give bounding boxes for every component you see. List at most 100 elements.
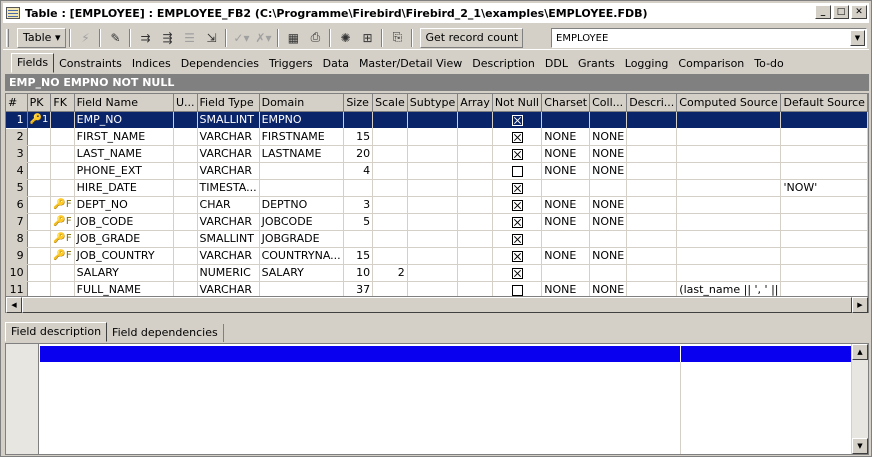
minimize-button[interactable]: _: [815, 5, 831, 19]
not-null-checkbox[interactable]: [492, 230, 543, 248]
subtype-cell[interactable]: [407, 111, 459, 129]
array-cell[interactable]: [457, 145, 493, 163]
not-null-check-icon[interactable]: [511, 250, 523, 262]
description-cell[interactable]: [626, 111, 678, 129]
domain-cell[interactable]: [259, 162, 345, 180]
default-source-cell[interactable]: [780, 162, 868, 180]
row-number[interactable]: 10: [6, 264, 28, 282]
not-null-checkbox[interactable]: [492, 247, 543, 265]
array-cell[interactable]: [457, 281, 493, 296]
collation-cell[interactable]: NONE: [589, 128, 628, 146]
not-null-checkbox[interactable]: [492, 111, 543, 129]
domain-cell[interactable]: EMPNO: [259, 111, 345, 129]
maximize-button[interactable]: □: [833, 5, 849, 19]
primary-key-icon[interactable]: [27, 281, 52, 296]
tab-comparison[interactable]: Comparison: [673, 55, 749, 73]
chevron-down-icon[interactable]: ▼: [850, 30, 865, 46]
default-source-cell[interactable]: [780, 196, 868, 214]
default-source-cell[interactable]: [780, 111, 868, 129]
foreign-key-icon[interactable]: 🔑F: [50, 213, 75, 231]
table-row[interactable]: 11 FULL_NAME VARCHAR 37 NONE NONE (last_name |…: [6, 281, 868, 296]
primary-key-icon[interactable]: [27, 230, 52, 248]
field-type-cell[interactable]: VARCHAR: [197, 162, 260, 180]
domain-cell[interactable]: [259, 281, 345, 296]
unique-cell[interactable]: [173, 128, 198, 146]
column-header[interactable]: Descri...: [626, 94, 678, 112]
unique-cell[interactable]: [173, 230, 198, 248]
field-type-cell[interactable]: VARCHAR: [197, 281, 260, 296]
default-source-cell[interactable]: [780, 230, 868, 248]
array-cell[interactable]: [457, 247, 493, 265]
vertical-scrollbar[interactable]: ▲ ▼: [851, 344, 868, 454]
fields-grid[interactable]: # PK FK Field Name U... Field Type Domai…: [5, 93, 869, 297]
unique-cell[interactable]: [173, 247, 198, 265]
unique-cell[interactable]: [173, 162, 198, 180]
charset-cell[interactable]: [541, 264, 591, 282]
row-number[interactable]: 11: [6, 281, 28, 296]
scale-cell[interactable]: [372, 281, 408, 296]
default-source-cell[interactable]: [780, 281, 868, 296]
subtype-cell[interactable]: [407, 247, 459, 265]
scale-cell[interactable]: [372, 213, 408, 231]
field-name-cell[interactable]: HIRE_DATE: [74, 179, 174, 197]
computed-source-cell[interactable]: [676, 196, 782, 214]
computed-source-cell[interactable]: [676, 230, 782, 248]
table-row[interactable]: 2 FIRST_NAME VARCHAR FIRSTNAME 15 NONE NONE: [6, 128, 868, 146]
table-row[interactable]: 10 SALARY NUMERIC SALARY 10 2: [6, 264, 868, 282]
default-source-cell[interactable]: [780, 128, 868, 146]
computed-source-cell[interactable]: [676, 111, 782, 129]
tab-dependencies[interactable]: Dependencies: [176, 55, 264, 73]
field-name-cell[interactable]: FIRST_NAME: [74, 128, 174, 146]
description-cell[interactable]: [626, 145, 678, 163]
row-number[interactable]: 1: [6, 111, 28, 129]
computed-source-cell[interactable]: [676, 247, 782, 265]
foreign-key-icon[interactable]: [50, 264, 75, 282]
array-cell[interactable]: [457, 179, 493, 197]
array-cell[interactable]: [457, 162, 493, 180]
not-null-checkbox[interactable]: [492, 162, 543, 180]
size-cell[interactable]: [343, 111, 374, 129]
not-null-checkbox[interactable]: [492, 128, 543, 146]
size-cell[interactable]: [343, 179, 374, 197]
size-cell[interactable]: 5: [343, 213, 374, 231]
row-number[interactable]: 2: [6, 128, 28, 146]
table-row[interactable]: 5 HIRE_DATE TIMESTA... 'NOW': [6, 179, 868, 197]
collation-cell[interactable]: NONE: [589, 145, 628, 163]
not-null-check-icon[interactable]: [511, 114, 523, 126]
description-cell[interactable]: [626, 196, 678, 214]
domain-cell[interactable]: DEPTNO: [259, 196, 345, 214]
foreign-key-icon[interactable]: [50, 128, 75, 146]
tab-master-detail-view[interactable]: Master/Detail View: [354, 55, 467, 73]
unique-cell[interactable]: [173, 264, 198, 282]
lightning-icon[interactable]: ⚡: [74, 28, 96, 48]
unique-cell[interactable]: [173, 179, 198, 197]
column-header[interactable]: Not Null: [492, 94, 543, 112]
domain-cell[interactable]: JOBGRADE: [259, 230, 345, 248]
computed-source-cell[interactable]: [676, 128, 782, 146]
description-cell[interactable]: [626, 247, 678, 265]
compile-icon[interactable]: ⎘: [386, 28, 408, 48]
field-name-cell[interactable]: EMP_NO: [74, 111, 174, 129]
collation-cell[interactable]: NONE: [589, 247, 628, 265]
primary-key-icon[interactable]: [27, 213, 52, 231]
column-header[interactable]: PK: [27, 94, 52, 112]
get-record-count-button[interactable]: Get record count: [420, 27, 524, 48]
column-header[interactable]: Computed Source: [676, 94, 782, 112]
selected-description-row[interactable]: [40, 346, 852, 362]
unique-cell[interactable]: [173, 281, 198, 296]
subtype-cell[interactable]: [407, 145, 459, 163]
charset-cell[interactable]: NONE: [541, 247, 591, 265]
not-null-checkbox[interactable]: [492, 179, 543, 197]
table-row[interactable]: 3 LAST_NAME VARCHAR LASTNAME 20 NONE NONE: [6, 145, 868, 163]
collation-cell[interactable]: [589, 179, 628, 197]
tree-icon[interactable]: ⊞: [356, 28, 378, 48]
column-header[interactable]: Coll...: [589, 94, 628, 112]
field-type-cell[interactable]: TIMESTA...: [197, 179, 260, 197]
row-number[interactable]: 6: [6, 196, 28, 214]
field-type-cell[interactable]: VARCHAR: [197, 213, 260, 231]
scroll-right-button[interactable]: ▶: [852, 297, 868, 313]
array-cell[interactable]: [457, 196, 493, 214]
subtype-cell[interactable]: [407, 281, 459, 296]
primary-key-icon[interactable]: [27, 196, 52, 214]
field-name-cell[interactable]: JOB_GRADE: [74, 230, 174, 248]
